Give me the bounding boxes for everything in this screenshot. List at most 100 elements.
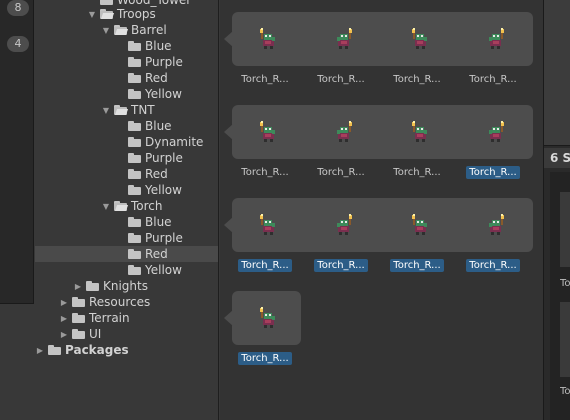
sprite-thumbnail[interactable] xyxy=(256,306,280,330)
inspector-thumbnail[interactable] xyxy=(560,192,570,267)
tree-item-torch[interactable]: ▼ Torch xyxy=(35,198,218,214)
count-badge: 8 xyxy=(7,0,29,16)
tree-item-barrel[interactable]: ▼ Barrel xyxy=(35,22,218,38)
expand-down-icon[interactable]: ▼ xyxy=(101,25,111,35)
tree-item-purple[interactable]: Purple xyxy=(35,54,218,70)
tree-item-label: Purple xyxy=(145,151,183,165)
tree-item-label: Red xyxy=(145,247,168,261)
asset-name-label[interactable]: Torch_R... xyxy=(238,352,292,365)
folder-icon xyxy=(128,169,141,179)
sprite-thumbnail[interactable] xyxy=(484,27,508,51)
asset-name-label[interactable]: Torch_R... xyxy=(466,259,520,272)
tree-item-resources[interactable]: ▶ Resources xyxy=(35,294,218,310)
tree-item-blue[interactable]: Blue xyxy=(35,118,218,134)
tree-item-yellow[interactable]: Yellow xyxy=(35,262,218,278)
expand-right-icon[interactable]: ▶ xyxy=(35,345,45,355)
tree-item-purple[interactable]: Purple xyxy=(35,150,218,166)
folder-open-icon xyxy=(114,105,129,115)
tree-item-label: Blue xyxy=(145,119,172,133)
tree-item-troops[interactable]: ▼ Troops xyxy=(35,6,218,22)
expand-right-icon[interactable]: ▶ xyxy=(59,313,69,323)
asset-name-label[interactable]: Torch_R... xyxy=(390,259,444,272)
tree-item-red[interactable]: Red xyxy=(35,166,218,182)
tree-item-label: Red xyxy=(145,167,168,181)
sprite-thumbnail[interactable] xyxy=(332,120,356,144)
tree-item-label: Torch xyxy=(131,199,163,213)
sprite-thumbnail[interactable] xyxy=(408,27,432,51)
tree-item-yellow[interactable]: Yellow xyxy=(35,182,218,198)
folder-icon xyxy=(72,297,85,307)
sprite-thumbnail[interactable] xyxy=(332,27,356,51)
asset-name-label[interactable]: Torch_R... xyxy=(314,166,368,179)
tree-item-label: Resources xyxy=(89,295,151,309)
tree-item-blue[interactable]: Blue xyxy=(35,38,218,54)
tree-item-red[interactable]: Red xyxy=(35,246,218,262)
tree-item-label: Yellow xyxy=(145,263,182,277)
tree-item-label: Dynamite xyxy=(145,135,204,149)
tree-item-tnt[interactable]: ▼ TNT xyxy=(35,102,218,118)
tree-item-blue[interactable]: Blue xyxy=(35,214,218,230)
group-expand-notch[interactable] xyxy=(224,310,233,326)
left-strip-lower xyxy=(0,303,34,420)
expand-right-icon[interactable]: ▶ xyxy=(59,329,69,339)
asset-name-label[interactable]: Torch_R... xyxy=(466,166,520,179)
expand-down-icon[interactable]: ▼ xyxy=(87,9,97,19)
folder-icon xyxy=(128,249,141,259)
tree-item-label: Troops xyxy=(117,7,156,21)
sprite-thumbnail[interactable] xyxy=(408,120,432,144)
expand-right-icon[interactable]: ▶ xyxy=(59,297,69,307)
sprite-thumbnail[interactable] xyxy=(484,213,508,237)
group-expand-notch[interactable] xyxy=(224,217,233,233)
tree-item-purple[interactable]: Purple xyxy=(35,230,218,246)
inspector-item-label: To xyxy=(560,386,570,397)
folder-icon xyxy=(128,217,141,227)
sprite-thumbnail[interactable] xyxy=(256,213,280,237)
tree-item-terrain[interactable]: ▶ Terrain xyxy=(35,310,218,326)
expand-right-icon[interactable]: ▶ xyxy=(73,281,83,291)
asset-grid: Torch_R... Torch_R... Torch_R... Torch_R...… xyxy=(220,0,543,420)
asset-name-label[interactable]: Torch_R... xyxy=(238,73,292,86)
tree-item-yellow[interactable]: Yellow xyxy=(35,86,218,102)
group-expand-notch[interactable] xyxy=(224,31,233,47)
folder-icon xyxy=(128,41,141,51)
group-expand-notch[interactable] xyxy=(224,124,233,140)
asset-name-label[interactable]: Torch_R... xyxy=(238,166,292,179)
expand-down-icon[interactable]: ▼ xyxy=(101,105,111,115)
tree-item-label: Blue xyxy=(145,39,172,53)
tree-item-packages[interactable]: ▶ Packages xyxy=(35,342,218,358)
asset-name-label[interactable]: Torch_R... xyxy=(390,166,444,179)
asset-name-label[interactable]: Torch_R... xyxy=(466,73,520,86)
sprite-thumbnail[interactable] xyxy=(408,213,432,237)
tree-item-label: Barrel xyxy=(131,23,167,37)
asset-name-label[interactable]: Torch_R... xyxy=(390,73,444,86)
sprite-thumbnail[interactable] xyxy=(256,120,280,144)
sprite-thumbnail[interactable] xyxy=(484,120,508,144)
tree-item-label: Red xyxy=(145,71,168,85)
tree-item-label: Purple xyxy=(145,231,183,245)
tree-item-red[interactable]: Red xyxy=(35,70,218,86)
inspector-thumbnail[interactable] xyxy=(560,302,570,377)
asset-name-label[interactable]: Torch_R... xyxy=(238,259,292,272)
folder-icon xyxy=(128,73,141,83)
sprite-thumbnail[interactable] xyxy=(332,213,356,237)
tree-item-dynamite[interactable]: Dynamite xyxy=(35,134,218,150)
folder-icon xyxy=(72,329,85,339)
tree-item-ui[interactable]: ▶ UI xyxy=(35,326,218,342)
expand-down-icon[interactable]: ▼ xyxy=(101,201,111,211)
folder-icon xyxy=(128,89,141,99)
asset-name-label[interactable]: Torch_R... xyxy=(314,73,368,86)
sprite-thumbnail[interactable] xyxy=(256,27,280,51)
asset-name-label[interactable]: Torch_R... xyxy=(314,259,368,272)
tree-item-label: Purple xyxy=(145,55,183,69)
tree-item-knights[interactable]: ▶ Knights xyxy=(35,278,218,294)
